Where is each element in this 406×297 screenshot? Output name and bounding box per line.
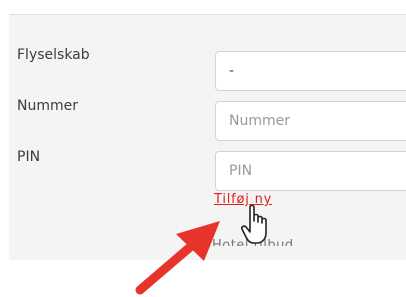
annotation-overlay xyxy=(135,204,267,295)
red-arrow-annotation xyxy=(135,221,220,295)
hand-pointer-icon xyxy=(241,204,267,244)
